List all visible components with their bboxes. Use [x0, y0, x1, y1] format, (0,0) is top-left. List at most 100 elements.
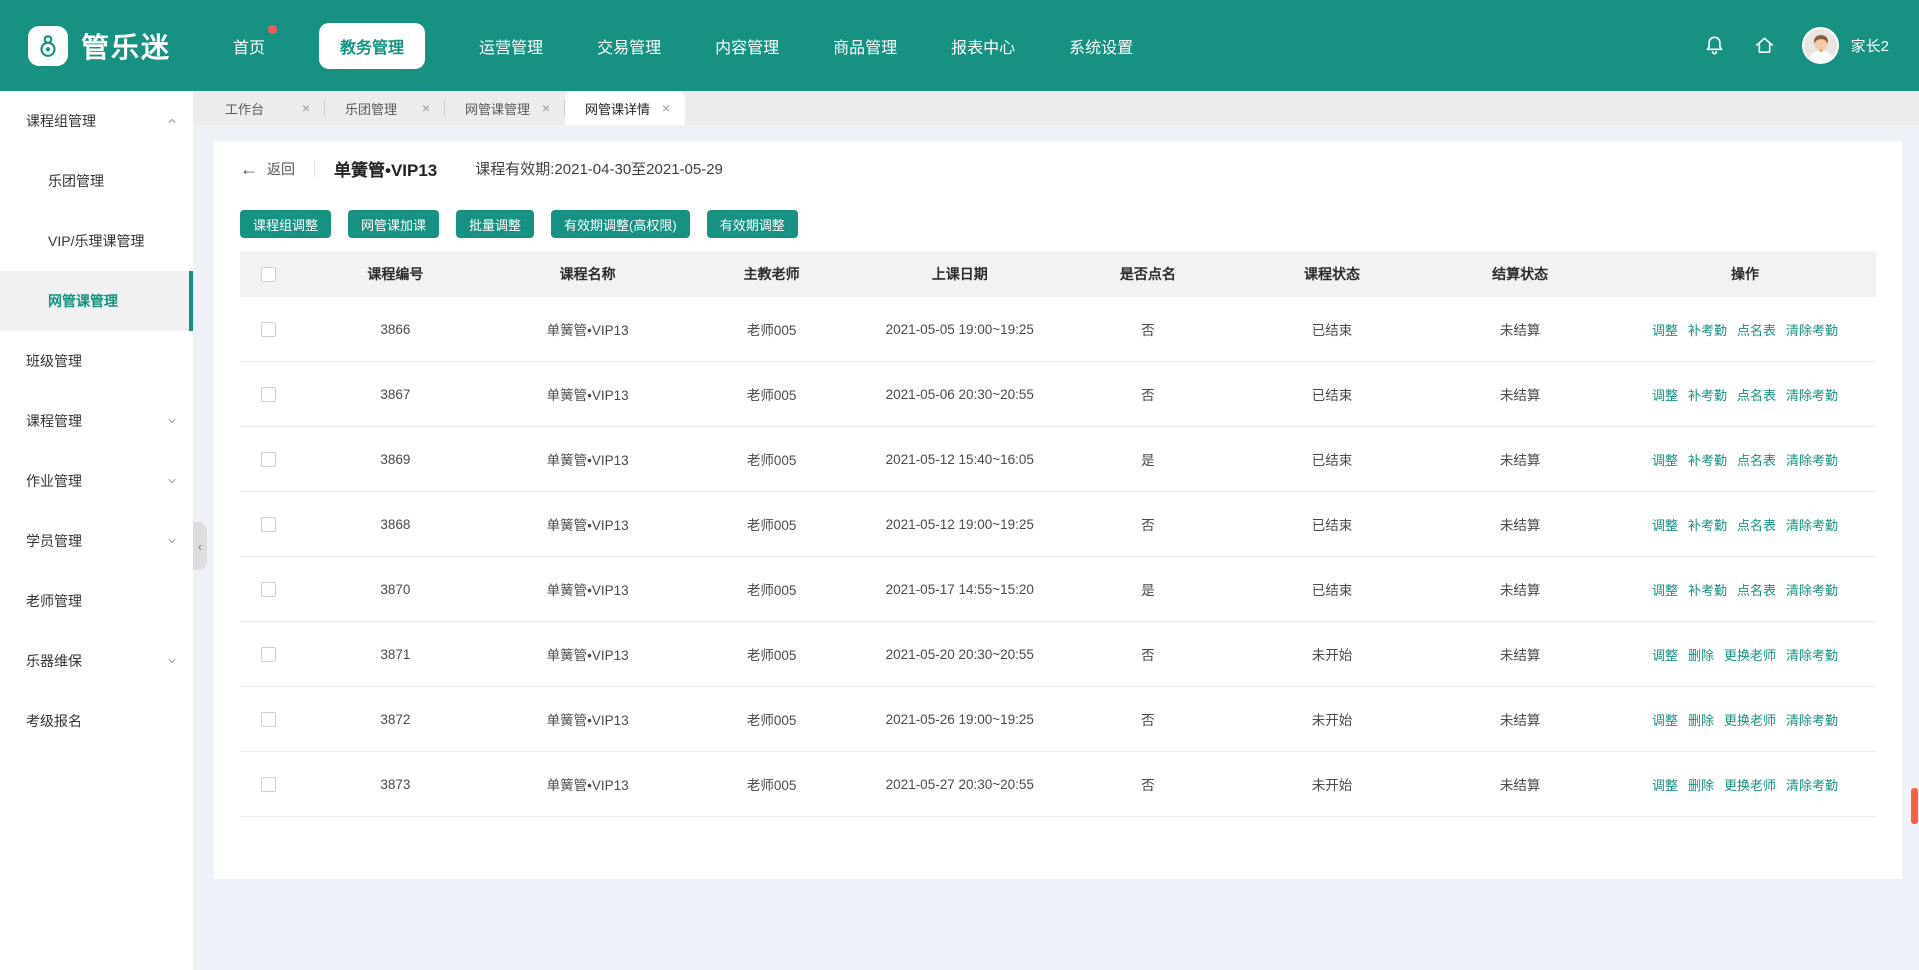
- row-checkbox[interactable]: [261, 322, 276, 337]
- table-row: 3872单簧管•VIP13老师0052021-05-26 19:00~19:25…: [240, 687, 1876, 752]
- row-checkbox[interactable]: [261, 387, 276, 402]
- change-teacher-link[interactable]: 更换老师: [1724, 713, 1776, 728]
- settlement-status-cell: 未结算: [1426, 644, 1614, 664]
- adjust-link[interactable]: 调整: [1652, 323, 1678, 338]
- row-checkbox[interactable]: [261, 582, 276, 597]
- tab-workbench[interactable]: 工作台×: [205, 91, 325, 125]
- rollcall-sheet-link[interactable]: 点名表: [1737, 518, 1776, 533]
- rollcall-sheet-link[interactable]: 点名表: [1737, 583, 1776, 598]
- makeup-attendance-link[interactable]: 补考勤: [1688, 518, 1727, 533]
- nav-item-operation[interactable]: 运营管理: [479, 23, 543, 69]
- row-checkbox[interactable]: [261, 712, 276, 727]
- clear-attendance-link[interactable]: 清除考勤: [1786, 713, 1838, 728]
- tab-online-course-mgmt[interactable]: 网管课管理×: [445, 91, 565, 125]
- teacher-cell: 老师005: [682, 449, 862, 469]
- sidebar-item-exam-registration[interactable]: 考级报名: [0, 691, 193, 751]
- sidebar-item-online-course-mgmt[interactable]: 网管课管理: [0, 271, 193, 331]
- sidebar-item-orchestra-mgmt[interactable]: 乐团管理: [0, 151, 193, 211]
- sidebar-item-course-mgmt[interactable]: 课程管理: [0, 391, 193, 451]
- sidebar-item-label: 老师管理: [26, 591, 82, 611]
- makeup-attendance-link[interactable]: 补考勤: [1688, 453, 1727, 468]
- clear-attendance-link[interactable]: 清除考勤: [1786, 778, 1838, 793]
- makeup-attendance-link[interactable]: 补考勤: [1688, 583, 1727, 598]
- sidebar-item-teacher-mgmt[interactable]: 老师管理: [0, 571, 193, 631]
- close-icon[interactable]: ×: [542, 101, 550, 115]
- course-id-cell: 3873: [297, 777, 493, 792]
- adjust-validity-high-privilege-button[interactable]: 有效期调整(高权限): [551, 210, 690, 238]
- sidebar-item-label: 课程组管理: [26, 111, 96, 131]
- sidebar-item-vip-theory-mgmt[interactable]: VIP/乐理课管理: [0, 211, 193, 271]
- course-validity: 课程有效期:2021-04-30至2021-05-29: [475, 158, 723, 179]
- close-icon[interactable]: ×: [422, 101, 430, 115]
- nav-item-goods[interactable]: 商品管理: [833, 23, 897, 69]
- close-icon[interactable]: ×: [662, 101, 670, 115]
- sidebar-item-instrument-maintenance[interactable]: 乐器维保: [0, 631, 193, 691]
- column-header: 主教老师: [682, 264, 862, 284]
- adjust-link[interactable]: 调整: [1652, 583, 1678, 598]
- home-icon[interactable]: [1752, 33, 1778, 59]
- nav-item-trade[interactable]: 交易管理: [597, 23, 661, 69]
- back-button[interactable]: ← 返回: [240, 159, 295, 179]
- clear-attendance-link[interactable]: 清除考勤: [1786, 648, 1838, 663]
- row-checkbox[interactable]: [261, 517, 276, 532]
- chevron-left-icon: ‹: [198, 539, 202, 554]
- sidebar-item-student-mgmt[interactable]: 学员管理: [0, 511, 193, 571]
- delete-link[interactable]: 删除: [1688, 713, 1714, 728]
- page-scrollbar-thumb[interactable]: [1911, 788, 1918, 824]
- change-teacher-link[interactable]: 更换老师: [1724, 648, 1776, 663]
- add-online-course-button[interactable]: 网管课加课: [348, 210, 439, 238]
- course-status-cell: 已结束: [1238, 384, 1426, 404]
- course-name-cell: 单簧管•VIP13: [494, 644, 682, 664]
- course-id-cell: 3867: [297, 387, 493, 402]
- makeup-attendance-link[interactable]: 补考勤: [1688, 388, 1727, 403]
- sidebar-collapse-handle[interactable]: ‹: [193, 522, 207, 570]
- clear-attendance-link[interactable]: 清除考勤: [1786, 583, 1838, 598]
- change-teacher-link[interactable]: 更换老师: [1724, 778, 1776, 793]
- adjust-link[interactable]: 调整: [1652, 388, 1678, 403]
- user-avatar[interactable]: [1802, 27, 1839, 64]
- delete-link[interactable]: 删除: [1688, 648, 1714, 663]
- delete-link[interactable]: 删除: [1688, 778, 1714, 793]
- bell-icon[interactable]: [1702, 33, 1728, 59]
- course-status-cell: 未开始: [1238, 709, 1426, 729]
- clear-attendance-link[interactable]: 清除考勤: [1786, 388, 1838, 403]
- adjust-link[interactable]: 调整: [1652, 518, 1678, 533]
- close-icon[interactable]: ×: [302, 101, 310, 115]
- adjust-link[interactable]: 调整: [1652, 778, 1678, 793]
- main-nav: 首页 教务管理 运营管理 交易管理 内容管理 商品管理 报表中心 系统设置: [233, 23, 1702, 69]
- clear-attendance-link[interactable]: 清除考勤: [1786, 453, 1838, 468]
- nav-item-home[interactable]: 首页: [233, 23, 265, 69]
- sidebar-item-homework-mgmt[interactable]: 作业管理: [0, 451, 193, 511]
- row-actions-cell: 调整补考勤点名表清除考勤: [1614, 385, 1876, 404]
- sidebar-item-label: 课程管理: [26, 411, 82, 431]
- sidebar-item-course-group-mgmt[interactable]: 课程组管理: [0, 91, 193, 151]
- rollcall-sheet-link[interactable]: 点名表: [1737, 388, 1776, 403]
- adjust-validity-button[interactable]: 有效期调整: [707, 210, 798, 238]
- sidebar-item-class-mgmt[interactable]: 班级管理: [0, 331, 193, 391]
- nav-item-academic-affairs[interactable]: 教务管理: [319, 23, 425, 69]
- makeup-attendance-link[interactable]: 补考勤: [1688, 323, 1727, 338]
- adjust-link[interactable]: 调整: [1652, 713, 1678, 728]
- rollcall-sheet-link[interactable]: 点名表: [1737, 323, 1776, 338]
- nav-item-system-settings[interactable]: 系统设置: [1069, 23, 1133, 69]
- nav-item-report-center[interactable]: 报表中心: [951, 23, 1015, 69]
- clear-attendance-link[interactable]: 清除考勤: [1786, 323, 1838, 338]
- user-name[interactable]: 家长2: [1851, 35, 1889, 56]
- date-cell: 2021-05-26 19:00~19:25: [862, 712, 1058, 727]
- row-checkbox[interactable]: [261, 777, 276, 792]
- tab-online-course-detail[interactable]: 网管课详情×: [565, 91, 685, 125]
- select-all-checkbox[interactable]: [261, 267, 276, 282]
- tab-orchestra-mgmt[interactable]: 乐团管理×: [325, 91, 445, 125]
- batch-adjust-button[interactable]: 批量调整: [456, 210, 534, 238]
- row-checkbox[interactable]: [261, 647, 276, 662]
- course-status-cell: 未开始: [1238, 774, 1426, 794]
- adjust-link[interactable]: 调整: [1652, 648, 1678, 663]
- date-cell: 2021-05-17 14:55~15:20: [862, 582, 1058, 597]
- nav-item-content[interactable]: 内容管理: [715, 23, 779, 69]
- row-checkbox[interactable]: [261, 452, 276, 467]
- adjust-course-group-button[interactable]: 课程组调整: [240, 210, 331, 238]
- adjust-link[interactable]: 调整: [1652, 453, 1678, 468]
- clear-attendance-link[interactable]: 清除考勤: [1786, 518, 1838, 533]
- rollcall-sheet-link[interactable]: 点名表: [1737, 453, 1776, 468]
- settlement-status-cell: 未结算: [1426, 384, 1614, 404]
